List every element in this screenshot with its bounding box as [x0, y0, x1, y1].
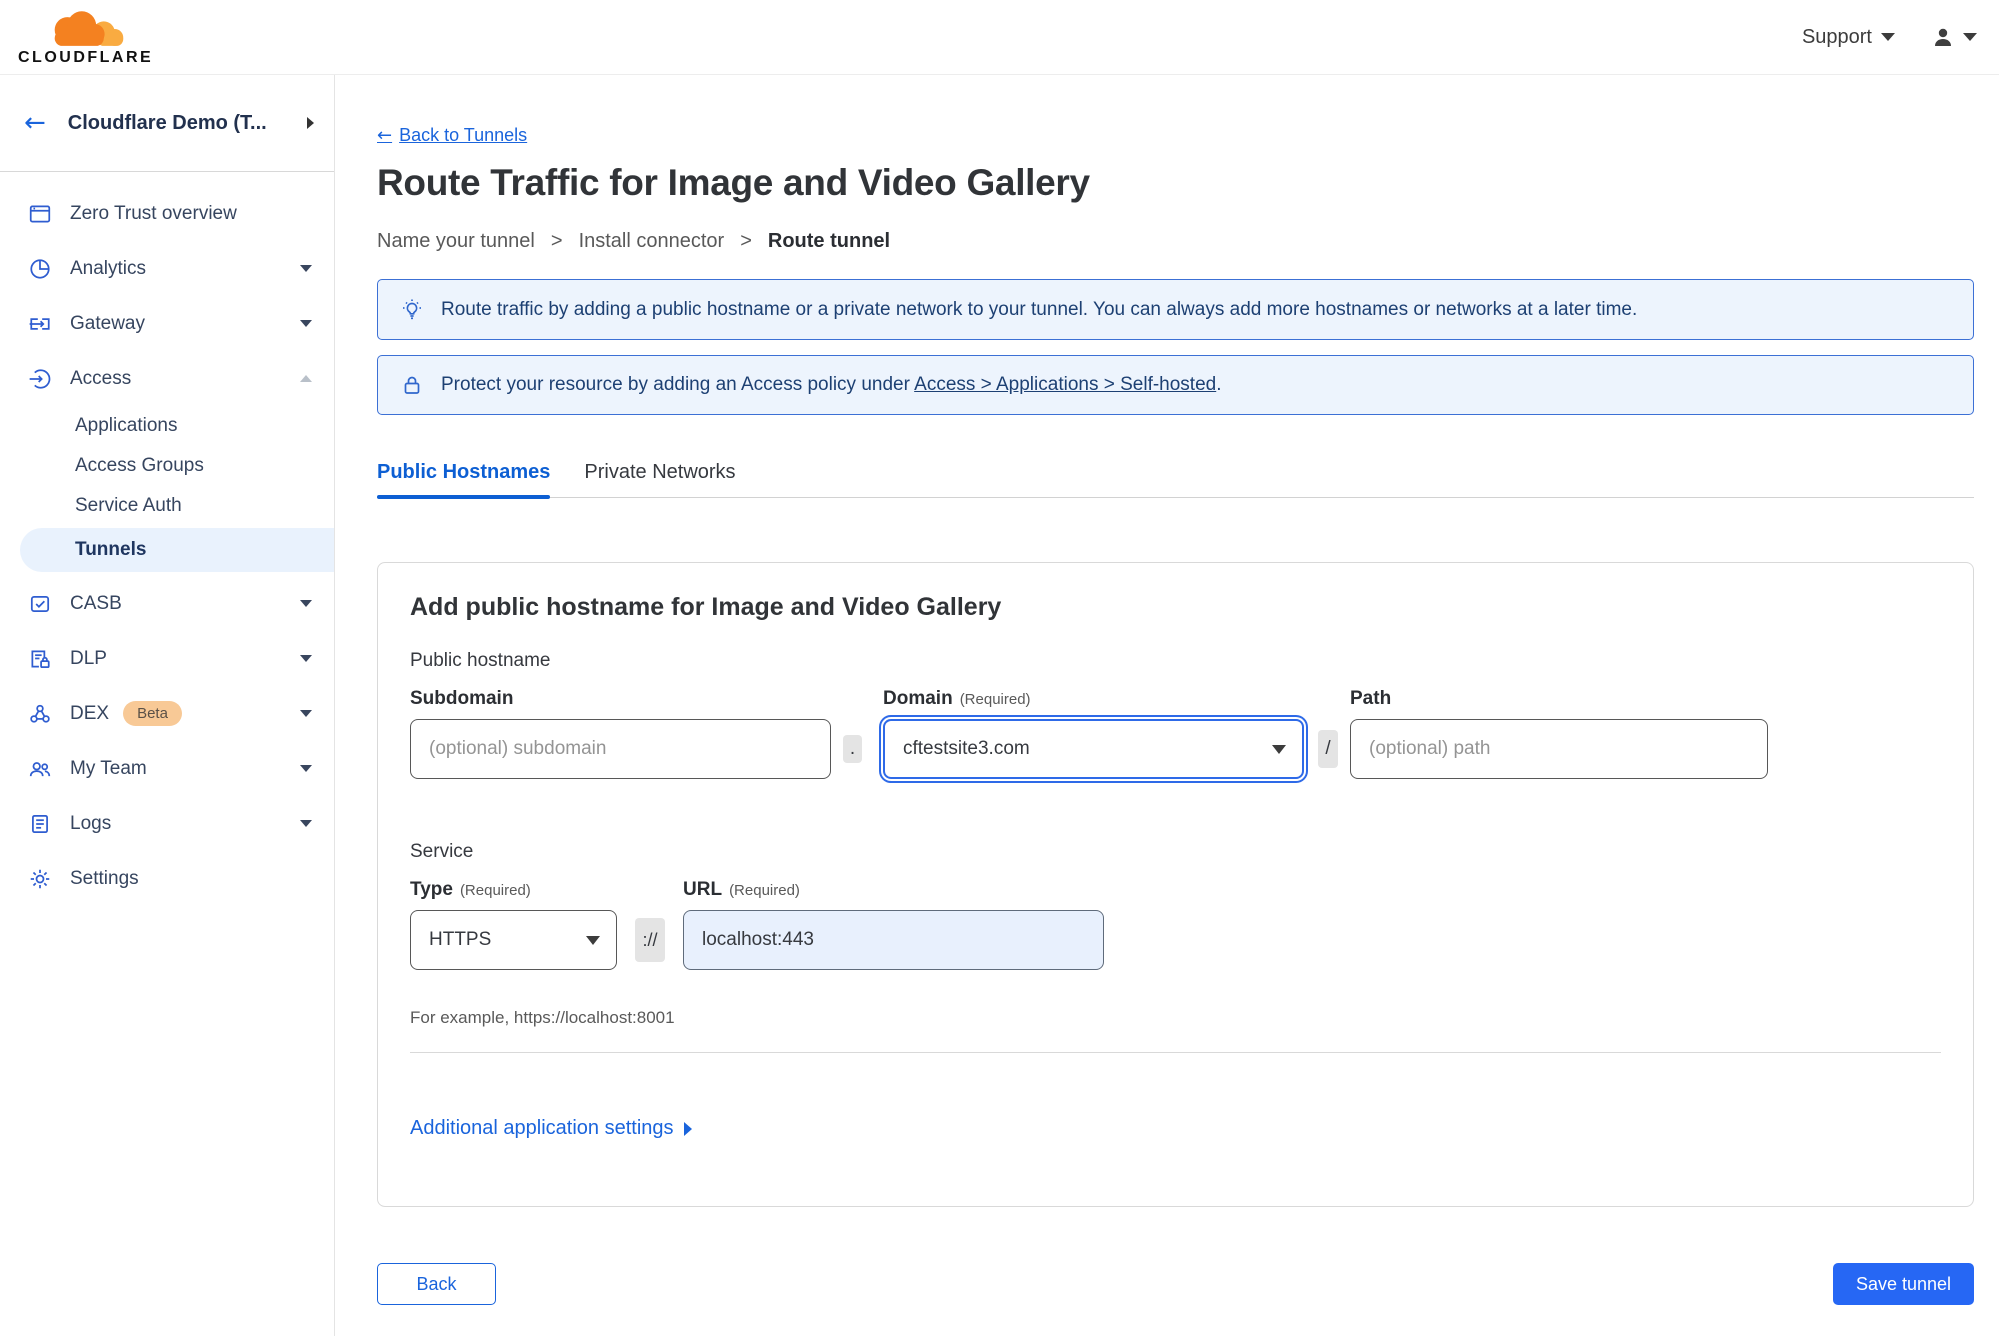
- service-section-label: Service: [410, 841, 474, 862]
- save-tunnel-button[interactable]: Save tunnel: [1833, 1263, 1974, 1305]
- chevron-down-icon: [300, 320, 312, 327]
- lightbulb-icon: [403, 299, 421, 319]
- caret-down-icon: [1272, 744, 1286, 754]
- sidebar-item-dlp[interactable]: DLP: [0, 631, 334, 686]
- required-hint: (Required): [729, 882, 800, 899]
- footer-actions: Back Save tunnel: [377, 1263, 1974, 1305]
- step-name-your-tunnel[interactable]: Name your tunnel: [377, 230, 535, 253]
- public-hostname-card: Add public hostname for Image and Video …: [377, 562, 1974, 1207]
- back-button[interactable]: Back: [377, 1263, 496, 1305]
- subdomain-label: Subdomain: [410, 688, 514, 709]
- sidebar-item-zero-trust-overview[interactable]: Zero Trust overview: [0, 186, 334, 241]
- step-install-connector[interactable]: Install connector: [579, 230, 725, 253]
- cloudflare-logo[interactable]: CLOUDFLARE: [18, 7, 153, 67]
- lock-icon: [404, 376, 420, 394]
- card-divider: [410, 1052, 1941, 1053]
- caret-down-icon: [1963, 33, 1977, 41]
- top-header: CLOUDFLARE Support: [0, 0, 1999, 75]
- gateway-icon: [28, 312, 52, 336]
- support-label: Support: [1801, 25, 1872, 48]
- chevron-down-icon: [300, 820, 312, 827]
- caret-down-icon: [586, 935, 600, 945]
- sidebar-item-logs[interactable]: Logs: [0, 796, 334, 851]
- path-label: Path: [1350, 688, 1392, 709]
- chevron-down-icon: [300, 710, 312, 717]
- domain-select-value: cftestsite3.com: [903, 738, 1030, 759]
- chevron-right-icon[interactable]: [307, 117, 314, 129]
- sidebar-item-access[interactable]: Access: [0, 351, 334, 406]
- logo-wordmark: CLOUDFLARE: [18, 49, 154, 66]
- user-menu[interactable]: [1931, 25, 1977, 49]
- required-hint: (Required): [459, 882, 531, 899]
- service-type-select[interactable]: HTTPS: [410, 910, 617, 970]
- caret-down-icon: [1881, 33, 1895, 41]
- tab-public-hostnames[interactable]: Public Hostnames: [377, 461, 551, 499]
- sidebar-item-applications[interactable]: Applications: [0, 406, 334, 446]
- url-label: URL (Required): [683, 879, 800, 900]
- chevron-down-icon: [300, 765, 312, 772]
- chevron-up-icon: [300, 375, 312, 382]
- sidebar-item-my-team[interactable]: My Team: [0, 741, 334, 796]
- step-route-tunnel: Route tunnel: [767, 230, 891, 252]
- casb-icon: [28, 592, 52, 616]
- scheme-separator: ://: [635, 918, 665, 962]
- account-name[interactable]: Cloudflare Demo (T...: [68, 112, 307, 135]
- team-icon: [28, 757, 52, 781]
- gear-icon: [28, 867, 52, 891]
- sidebar-back-icon[interactable]: ←: [24, 110, 46, 136]
- person-icon: [1935, 28, 1951, 46]
- chevron-down-icon: [300, 265, 312, 272]
- tab-private-networks[interactable]: Private Networks: [584, 461, 735, 497]
- subdomain-input[interactable]: [410, 719, 831, 779]
- route-traffic-banner: Route traffic by adding a public hostnam…: [377, 279, 1974, 340]
- sidebar-item-casb[interactable]: CASB: [0, 576, 334, 631]
- window-icon: [28, 202, 52, 226]
- access-applications-self-hosted-link[interactable]: Access > Applications > Self-hosted: [914, 374, 1216, 395]
- dlp-icon: [28, 647, 52, 671]
- sidebar-item-dex[interactable]: DEX Beta: [0, 686, 334, 741]
- support-menu[interactable]: Support: [1802, 26, 1895, 49]
- slash-separator: /: [1318, 730, 1338, 768]
- banner-text: Protect your resource by adding an Acces…: [441, 374, 1222, 395]
- sidebar: ← Cloudflare Demo (T... Zero Trust overv…: [0, 75, 335, 1336]
- caret-right-icon: [683, 1121, 692, 1136]
- sidebar-item-analytics[interactable]: Analytics: [0, 241, 334, 296]
- beta-badge: Beta: [123, 701, 182, 726]
- path-input[interactable]: [1350, 719, 1768, 779]
- card-heading: Add public hostname for Image and Video …: [410, 593, 1002, 621]
- chevron-down-icon: [300, 600, 312, 607]
- pie-chart-icon: [28, 257, 52, 281]
- breadcrumb: Name your tunnel > Install connector > R…: [377, 230, 1974, 253]
- breadcrumb-separator: >: [740, 230, 752, 252]
- access-icon: [28, 367, 52, 391]
- cloudflare-cloud-icon: [54, 11, 123, 46]
- breadcrumb-separator: >: [550, 230, 563, 252]
- service-url-input[interactable]: [683, 910, 1104, 970]
- back-to-tunnels-link[interactable]: ← Back to Tunnels: [377, 125, 527, 146]
- url-example-hint: For example, https://localhost:8001: [410, 1008, 675, 1027]
- banner-text: Route traffic by adding a public hostnam…: [441, 298, 1638, 320]
- domain-label: Domain (Required): [883, 688, 1031, 709]
- additional-application-settings-link[interactable]: Additional application settings: [410, 1117, 692, 1140]
- hostname-section-label: Public hostname: [410, 650, 551, 671]
- main-content: ← Back to Tunnels Route Traffic for Imag…: [335, 75, 1999, 1336]
- access-policy-banner: Protect your resource by adding an Acces…: [377, 355, 1974, 415]
- chevron-down-icon: [300, 655, 312, 662]
- logs-icon: [28, 812, 52, 836]
- type-label: Type (Required): [410, 879, 531, 900]
- page-title: Route Traffic for Image and Video Galler…: [377, 162, 1090, 203]
- tab-bar: Public Hostnames Private Networks: [377, 461, 1974, 499]
- left-arrow-icon: ←: [377, 125, 393, 146]
- required-hint: (Required): [959, 691, 1031, 708]
- sidebar-item-gateway[interactable]: Gateway: [0, 296, 334, 351]
- domain-select[interactable]: cftestsite3.com: [883, 719, 1304, 779]
- sidebar-nav: Zero Trust overview Analytics Gateway Ac…: [0, 172, 334, 906]
- dot-separator: .: [843, 735, 862, 763]
- sidebar-item-settings[interactable]: Settings: [0, 851, 334, 906]
- sidebar-item-access-groups[interactable]: Access Groups: [0, 446, 334, 486]
- sidebar-item-tunnels[interactable]: Tunnels: [20, 528, 334, 572]
- sidebar-item-service-auth[interactable]: Service Auth: [0, 486, 334, 526]
- dex-icon: [28, 702, 52, 726]
- service-type-value: HTTPS: [429, 929, 492, 950]
